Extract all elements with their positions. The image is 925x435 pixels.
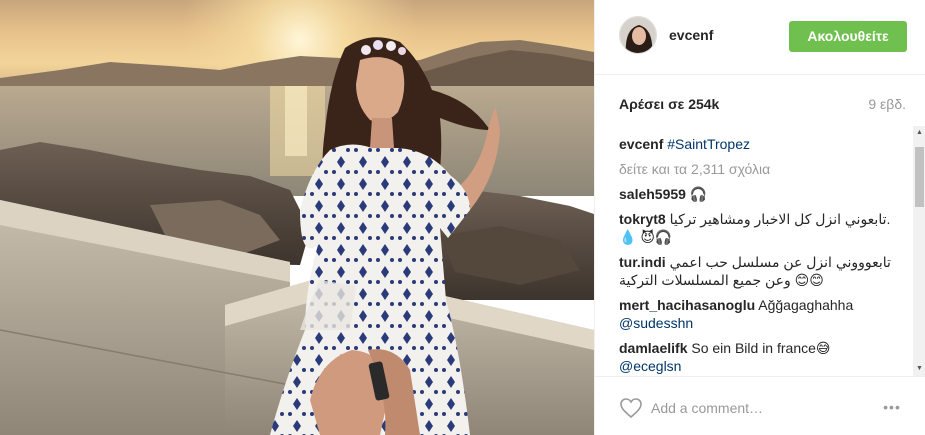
comment-item: mert_hacihasanoglu Ağğagaghahha @sudessh…: [619, 296, 907, 332]
comment-mention[interactable]: @sudesshn: [619, 315, 693, 331]
post-header: evcenf Ακολουθείτε: [595, 0, 925, 75]
post-photo[interactable]: [0, 0, 594, 435]
heart-icon[interactable]: [619, 397, 643, 419]
comment-username[interactable]: damlaelifk: [619, 340, 687, 356]
likes-count[interactable]: Αρέσει σε 254k: [619, 96, 719, 112]
scroll-up-arrow-icon[interactable]: ▲: [913, 126, 925, 140]
likes-row: Αρέσει σε 254k 9 εβδ.: [619, 96, 906, 116]
scrollbar-thumb[interactable]: [915, 147, 924, 207]
comment-username[interactable]: saleh5959: [619, 186, 686, 202]
post-side-panel: evcenf Ακολουθείτε Αρέσει σε 254k 9 εβδ.…: [594, 0, 925, 435]
more-options-icon[interactable]: •••: [877, 397, 907, 417]
comment-username[interactable]: tokryt8: [619, 211, 666, 227]
caption: evcenf #SaintTropez: [619, 135, 907, 153]
comment-text: 🎧: [685, 186, 708, 202]
comment-item: tur.indi تابعوووني انزل عن مسلسل حب اعمي…: [619, 253, 907, 289]
add-comment-input[interactable]: [651, 397, 851, 419]
user-avatar[interactable]: [619, 16, 657, 54]
comment-item: tokryt8 تابعوني انزل كل الاخبار ومشاهير …: [619, 210, 907, 246]
comment-username[interactable]: mert_hacihasanoglu: [619, 297, 755, 313]
post-footer: •••: [595, 376, 925, 435]
following-button[interactable]: Ακολουθείτε: [789, 21, 907, 52]
comment-list: evcenf #SaintTropez δείτε και τα 2,311 σ…: [619, 135, 907, 376]
post-image: [0, 0, 594, 435]
comment-item: saleh5959 🎧: [619, 185, 907, 203]
comment-mention[interactable]: @eceglsn: [619, 358, 681, 374]
comments-section: evcenf #SaintTropez δείτε και τα 2,311 σ…: [595, 126, 925, 376]
avatar-icon: [620, 17, 656, 53]
load-more-comments[interactable]: δείτε και τα 2,311 σχόλια: [619, 160, 907, 178]
comments-scrollbar[interactable]: ▲ ▼: [913, 126, 925, 376]
caption-hashtag[interactable]: #SaintTropez: [667, 136, 750, 152]
header-username[interactable]: evcenf: [669, 27, 713, 43]
scroll-down-arrow-icon[interactable]: ▼: [913, 362, 925, 376]
post-time[interactable]: 9 εβδ.: [868, 96, 906, 112]
comment-text: Ağğagaghahha: [755, 297, 854, 313]
comment-username[interactable]: tur.indi: [619, 254, 666, 270]
comment-text: So ein Bild in france😅: [687, 340, 831, 356]
caption-username[interactable]: evcenf: [619, 136, 663, 152]
comment-item: damlaelifk So ein Bild in france😅 @ecegl…: [619, 339, 907, 375]
